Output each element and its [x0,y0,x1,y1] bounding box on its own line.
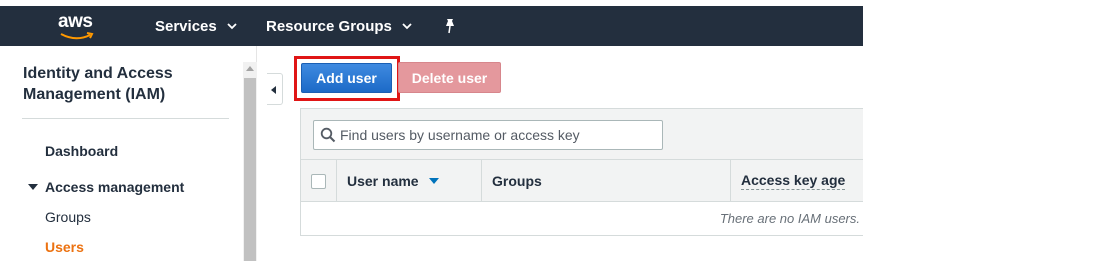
users-table-panel: User name Groups Access key age There ar… [300,108,863,236]
top-navigation-bar: aws Services Resource Groups [0,6,863,46]
logo-text: aws [58,11,93,32]
caret-down-icon [28,184,38,190]
sidebar-item-access-management[interactable]: Access management [28,179,184,195]
scroll-up-arrow-icon[interactable] [246,66,254,71]
services-label: Services [155,17,217,35]
column-label: Groups [492,173,542,189]
aws-logo[interactable]: aws [56,11,100,42]
pin-icon[interactable] [443,18,457,34]
collapse-left-icon [271,86,276,94]
empty-message: There are no IAM users. [719,211,860,226]
collapse-sidebar-button[interactable] [267,73,283,105]
select-all-checkbox[interactable] [311,173,326,189]
table-header: User name Groups Access key age [301,160,863,202]
empty-table-row: There are no IAM users. [301,203,863,236]
aws-smile-icon [60,32,94,40]
search-input[interactable] [340,121,660,149]
sidebar-scrollbar[interactable] [243,62,257,261]
add-user-button[interactable]: Add user [301,63,392,93]
sidebar: Identity and Access Management (IAM) Das… [0,46,257,261]
search-box[interactable] [313,120,663,150]
search-icon [320,127,336,143]
sidebar-divider [22,118,229,119]
iam-console: aws Services Resource Groups Identity an… [0,0,863,261]
column-header-groups[interactable]: Groups [482,160,731,202]
column-label: User name [347,173,419,189]
resource-groups-menu[interactable]: Resource Groups [266,6,412,46]
sidebar-item-groups[interactable]: Groups [45,209,91,225]
resource-groups-label: Resource Groups [266,17,392,35]
chevron-down-icon [227,23,237,30]
scrollbar-thumb[interactable] [244,78,256,261]
sidebar-title: Identity and Access Management (IAM) [23,65,173,103]
services-menu[interactable]: Services [155,6,237,46]
delete-user-button[interactable]: Delete user [398,62,501,93]
sidebar-item-users[interactable]: Users [45,239,84,255]
table-toolbar [301,109,863,160]
chevron-down-icon [402,23,412,30]
sidebar-item-dashboard[interactable]: Dashboard [45,143,118,159]
select-all-cell [301,160,337,202]
column-label: Access key age [741,172,846,190]
column-header-access-key-age[interactable]: Access key age [731,160,863,202]
sort-desc-icon [428,178,439,184]
column-header-user-name[interactable]: User name [337,160,482,202]
sidebar-item-label: Access management [45,179,185,195]
